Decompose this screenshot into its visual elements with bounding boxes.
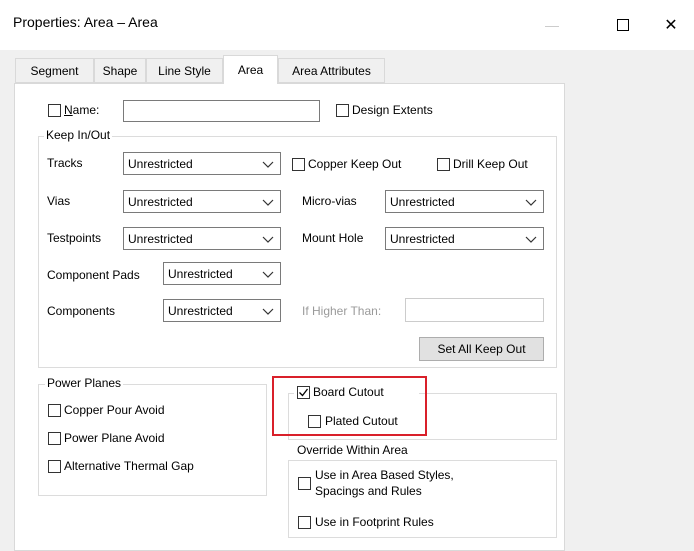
mount-hole-label: Mount Hole [302, 231, 364, 245]
drill-keep-out-checkbox[interactable] [437, 158, 450, 171]
components-select[interactable]: Unrestricted [163, 299, 281, 322]
vias-label: Vias [47, 194, 71, 208]
tab-line-style[interactable]: Line Style [146, 58, 223, 83]
chevron-down-icon [262, 199, 274, 206]
power-planes-title: Power Planes [45, 376, 124, 390]
vias-select[interactable]: Unrestricted [123, 190, 281, 213]
chevron-down-icon [525, 199, 537, 206]
name-checkbox[interactable] [48, 104, 61, 117]
power-plane-avoid-checkbox[interactable] [48, 432, 61, 445]
chevron-down-icon [262, 308, 274, 315]
close-button[interactable]: ✕ [648, 8, 694, 42]
use-in-area-styles-checkbox[interactable] [298, 477, 311, 490]
override-within-area-title: Override Within Area [295, 443, 410, 457]
copper-keep-out-checkbox[interactable] [292, 158, 305, 171]
copper-pour-avoid-label: Copper Pour Avoid [64, 403, 165, 417]
use-in-footprint-rules-checkbox[interactable] [298, 516, 311, 529]
if-higher-than-label: If Higher Than: [302, 304, 382, 318]
name-label: Name: [64, 103, 100, 117]
copper-keep-out-label: Copper Keep Out [308, 157, 402, 171]
window-title: Properties: Area – Area [13, 14, 158, 30]
title-bar: Properties: Area – Area — ✕ [0, 0, 694, 50]
tab-area-attributes[interactable]: Area Attributes [278, 58, 385, 83]
chevron-down-icon [525, 236, 537, 243]
maximize-button[interactable] [600, 8, 646, 42]
copper-pour-avoid-checkbox[interactable] [48, 404, 61, 417]
testpoints-label: Testpoints [47, 231, 102, 245]
design-extents-checkbox[interactable] [336, 104, 349, 117]
alternative-thermal-gap-label: Alternative Thermal Gap [64, 459, 194, 473]
maximize-icon [617, 19, 629, 31]
name-input[interactable] [123, 100, 320, 122]
tracks-label: Tracks [47, 156, 83, 170]
testpoints-select[interactable]: Unrestricted [123, 227, 281, 250]
chevron-down-icon [262, 236, 274, 243]
keep-in-out-title: Keep In/Out [44, 128, 113, 142]
components-label: Components [47, 304, 116, 318]
highlight-box [272, 376, 427, 436]
tracks-select[interactable]: Unrestricted [123, 152, 281, 175]
use-in-footprint-rules-label: Use in Footprint Rules [315, 515, 434, 529]
design-extents-label: Design Extents [352, 103, 433, 117]
tab-area[interactable]: Area [223, 55, 278, 84]
set-all-keep-out-button[interactable]: Set All Keep Out [419, 337, 544, 361]
minimize-button[interactable]: — [529, 8, 575, 42]
chevron-down-icon [262, 271, 274, 278]
micro-vias-select[interactable]: Unrestricted [385, 190, 544, 213]
drill-keep-out-label: Drill Keep Out [453, 157, 528, 171]
component-pads-select[interactable]: Unrestricted [163, 262, 281, 285]
chevron-down-icon [262, 161, 274, 168]
use-in-area-styles-label: Use in Area Based Styles, Spacings and R… [315, 468, 454, 498]
tab-segment[interactable]: Segment [15, 58, 94, 83]
if-higher-than-input[interactable] [405, 298, 544, 322]
close-icon: ✕ [664, 17, 678, 34]
micro-vias-label: Micro-vias [302, 194, 357, 208]
mount-hole-select[interactable]: Unrestricted [385, 227, 544, 250]
minimize-icon: — [545, 17, 559, 33]
tab-shape[interactable]: Shape [94, 58, 146, 83]
component-pads-label: Component Pads [47, 268, 140, 282]
alternative-thermal-gap-checkbox[interactable] [48, 460, 61, 473]
power-plane-avoid-label: Power Plane Avoid [64, 431, 165, 445]
